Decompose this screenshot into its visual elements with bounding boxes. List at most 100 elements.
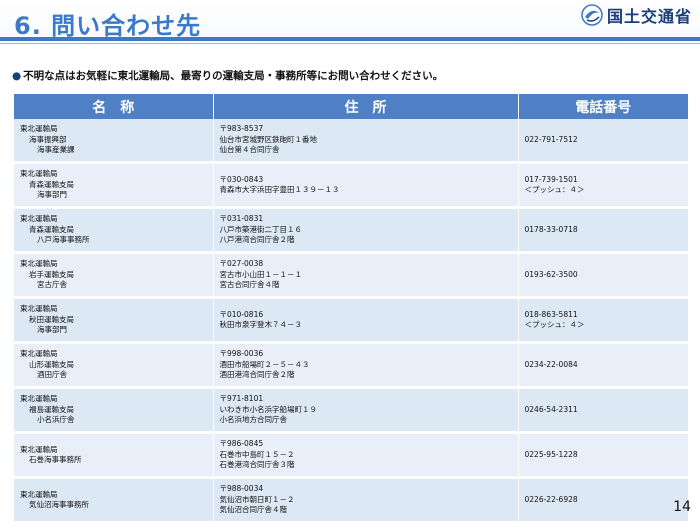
address-line: 石巻市中島町１５－２ (219, 449, 295, 459)
phone-line: 0246-54-2311 (524, 404, 578, 414)
cell-address: 〒988-0034 気仙沼市朝日町１－２ 気仙沼合同庁舎４階 (213, 477, 519, 524)
address-line: 〒030-0843 (219, 174, 264, 184)
phone-line: 0234-22-0084 (524, 359, 578, 369)
cell-phone: 017-739-1501 ＜プッシュ：４＞ (518, 162, 688, 209)
phone-line: 0178-33-0718 (524, 224, 578, 234)
cell-phone: 0225-95-1228 (518, 432, 688, 479)
cell-phone: 0226-22-6928 (518, 477, 688, 524)
mlit-logo: 国土交通省 (581, 3, 692, 27)
cell-name: 東北運輸局 福島運輸支局 小名浜庁舎 (14, 387, 214, 434)
address-line: 〒988-0034 (219, 484, 264, 494)
office-name-line: 東北運輸局 (20, 124, 58, 134)
cell-name: 東北運輸局 岩手運輸支局 宮古庁舎 (14, 252, 214, 299)
cell-address: 〒983-8537 仙台市宮城野区鉄砲町１番地 仙台第４合同庁舎 (213, 119, 519, 164)
address-line: 気仙沼市朝日町１－２ (219, 494, 295, 504)
office-name-line: 東北運輸局 (20, 214, 58, 224)
cell-phone: 022-791-7512 (518, 119, 688, 164)
office-name-line: 青森運輸支局 (29, 179, 74, 189)
office-name-line: 海事産業課 (37, 145, 75, 155)
header-phone: 電話番号 (518, 94, 688, 119)
table-row: 東北運輸局 秋田運輸支局 海事部門 〒010-0816 秋田市泉字登木７４－３ 018-8… (14, 297, 688, 344)
intro-sentence: 不明な点はお気軽に東北運輸局、最寄りの運輸支局・事務所等にお問い合わせください。 (23, 70, 444, 82)
address-line: 〒027-0038 (219, 259, 264, 269)
office-name-line: 石巻海事事務所 (29, 455, 82, 464)
cell-name: 東北運輸局 石巻海事事務所 (14, 432, 214, 479)
cell-address: 〒971-8101 いわき市小名浜字船場町１９ 小名浜地方合同庁舎 (213, 387, 519, 434)
address-line: 石巻港湾合同庁舎３階 (219, 460, 295, 470)
office-name-line: 東北運輸局 (20, 444, 58, 454)
address-line: 酒田港湾合同庁舎２階 (219, 370, 295, 380)
table-row: 東北運輸局 岩手運輸支局 宮古庁舎 〒027-0038 宮古市小山田１－１－１ 宮古合同庁… (14, 252, 688, 299)
cell-address: 〒030-0843 青森市大字浜田字豊田１３９－１３ (213, 162, 519, 209)
cell-address: 〒010-0816 秋田市泉字登木７４－３ (213, 297, 519, 344)
office-name-line: 福島運輸支局 (29, 404, 74, 414)
office-name-line: 岩手運輸支局 (29, 269, 74, 279)
header-rule-thin (0, 43, 700, 44)
page-title: 6. 問い合わせ先 (14, 12, 202, 40)
page-number: 14 (673, 499, 691, 515)
table-row: 東北運輸局 海事振興部 海事産業課 〒983-8537 仙台市宮城野区鉄砲町１番地 仙台第… (14, 119, 688, 164)
cell-phone: 0246-54-2311 (518, 387, 688, 434)
table-row: 東北運輸局 青森運輸支局 八戸海事事務所 〒031-0831 八戸市築港街二丁目１６ 八戸… (14, 207, 688, 254)
office-name-line: 山形運輸支局 (29, 359, 74, 369)
office-name-line: 東北運輸局 (20, 489, 58, 499)
table-header-row: 名 称 住 所 電話番号 (14, 94, 688, 119)
table-row: 東北運輸局 石巻海事事務所 〒986-0845 石巻市中島町１５－２ 石巻港湾合同庁舎３… (14, 432, 688, 479)
logo-text: 国土交通省 (606, 7, 692, 26)
address-line: いわき市小名浜字船場町１９ (219, 404, 318, 414)
address-line: 小名浜地方合同庁舎 (219, 415, 288, 425)
address-line: 八戸市築港街二丁目１６ (219, 224, 303, 234)
cell-phone: 018-863-5811 ＜プッシュ：４＞ (518, 297, 688, 344)
bullet-icon: ● (12, 70, 22, 82)
address-line: 宮古市小山田１－１－１ (219, 269, 303, 279)
cell-name: 東北運輸局 青森運輸支局 八戸海事事務所 (14, 207, 214, 254)
address-line: 〒986-0845 (219, 439, 264, 449)
office-name-line: 東北運輸局 (20, 169, 58, 179)
table-row: 東北運輸局 福島運輸支局 小名浜庁舎 〒971-8101 いわき市小名浜字船場町１９ 小名… (14, 387, 688, 434)
address-line: 気仙沼合同庁舎４階 (219, 505, 288, 515)
office-name-line: 海事部門 (37, 325, 67, 335)
table-row: 東北運輸局 青森運輸支局 海事部門 〒030-0843 青森市大字浜田字豊田１３９－１３… (14, 162, 688, 209)
phone-line: 018-863-5811 (524, 309, 578, 319)
office-name-line: 海事部門 (37, 190, 67, 200)
address-line: 〒998-0036 (219, 349, 264, 359)
address-line: 〒971-8101 (219, 394, 264, 404)
phone-line: 0226-22-6928 (524, 494, 578, 504)
cell-phone: 0178-33-0718 (518, 207, 688, 254)
cell-address: 〒998-0036 酒田市船場町２－５－４３ 酒田港湾合同庁舎２階 (213, 342, 519, 389)
phone-line: ＜プッシュ：４＞ (524, 320, 585, 329)
address-line: 八戸港湾合同庁舎２階 (219, 235, 295, 245)
office-name-line: 東北運輸局 (20, 259, 58, 269)
intro-text: ● 不明な点はお気軽に東北運輸局、最寄りの運輸支局・事務所等にお問い合わせください… (12, 68, 443, 83)
address-line: 仙台市宮城野区鉄砲町１番地 (219, 134, 318, 144)
cell-address: 〒986-0845 石巻市中島町１５－２ 石巻港湾合同庁舎３階 (213, 432, 519, 479)
phone-line: 0193-62-3500 (524, 269, 578, 279)
office-name-line: 宮古庁舎 (37, 280, 67, 290)
table-row: 東北運輸局 気仙沼海事事務所 〒988-0034 気仙沼市朝日町１－２ 気仙沼合同庁舎４… (14, 477, 688, 524)
address-line: 酒田市船場町２－５－４３ (219, 359, 310, 369)
address-line: 宮古合同庁舎４階 (219, 280, 280, 290)
address-line: 〒010-0816 (219, 309, 264, 319)
phone-line: 022-791-7512 (524, 134, 578, 144)
contact-table: 名 称 住 所 電話番号 東北運輸局 海事振興部 海事産業課 〒983-8537 仙台市… (14, 94, 688, 524)
header-address: 住 所 (213, 94, 519, 119)
cell-name: 東北運輸局 気仙沼海事事務所 (14, 477, 214, 524)
cell-name: 東北運輸局 秋田運輸支局 海事部門 (14, 297, 214, 344)
address-line: 仙台第４合同庁舎 (219, 145, 280, 155)
cell-name: 東北運輸局 海事振興部 海事産業課 (14, 119, 214, 164)
mlit-emblem-icon (581, 4, 603, 26)
address-line: 〒983-8537 (219, 124, 264, 134)
office-name-line: 青森運輸支局 (29, 224, 74, 234)
table-body: 東北運輸局 海事振興部 海事産業課 〒983-8537 仙台市宮城野区鉄砲町１番地 仙台第… (14, 119, 688, 524)
header-rule (0, 37, 700, 41)
office-name-line: 小名浜庁舎 (37, 415, 75, 425)
address-line: 秋田市泉字登木７４－３ (219, 320, 303, 329)
cell-name: 東北運輸局 山形運輸支局 酒田庁舎 (14, 342, 214, 389)
cell-name: 東北運輸局 青森運輸支局 海事部門 (14, 162, 214, 209)
office-name-line: 八戸海事事務所 (37, 235, 90, 245)
table-row: 東北運輸局 山形運輸支局 酒田庁舎 〒998-0036 酒田市船場町２－５－４３ 酒田港湾… (14, 342, 688, 389)
address-line: 青森市大字浜田字豊田１３９－１３ (219, 185, 340, 194)
office-name-line: 海事振興部 (29, 134, 67, 144)
phone-line: ＜プッシュ：４＞ (524, 185, 585, 194)
office-name-line: 東北運輸局 (20, 349, 58, 359)
